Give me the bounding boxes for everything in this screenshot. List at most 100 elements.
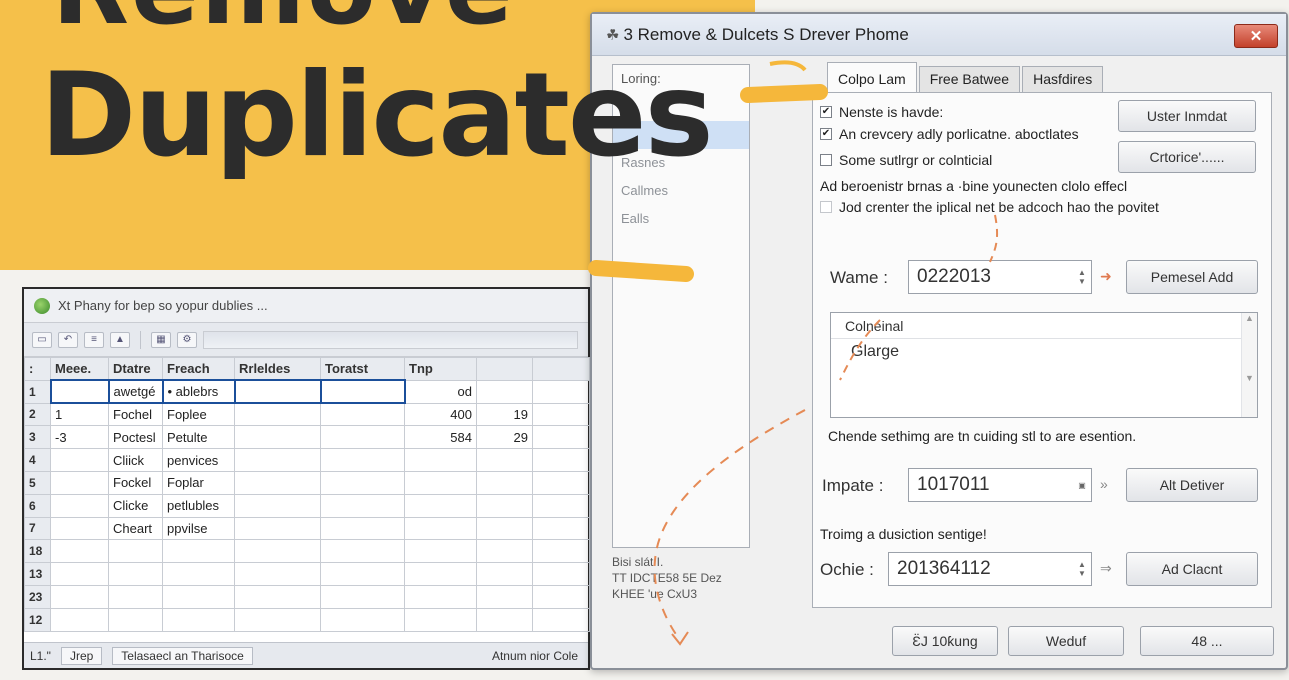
column-header[interactable]: [476, 357, 533, 381]
row-header[interactable]: 18: [24, 539, 51, 564]
category-item[interactable]: Ealls: [613, 205, 749, 233]
ok-button[interactable]: Ɛ̈J 10ƙung: [892, 626, 998, 656]
checkbox-checked[interactable]: ✔: [820, 128, 832, 140]
table-cell[interactable]: [320, 402, 405, 427]
table-cell[interactable]: [162, 562, 235, 586]
table-cell[interactable]: 400: [404, 402, 477, 427]
name-field[interactable]: 0222013 ▲ ▼: [908, 260, 1092, 294]
table-cell[interactable]: [234, 539, 321, 564]
row-header[interactable]: 23: [24, 584, 51, 609]
list-scrollbar[interactable]: ▲ ▼: [1241, 313, 1257, 417]
table-cell[interactable]: [532, 584, 590, 609]
table-cell[interactable]: [319, 379, 406, 405]
table-cell[interactable]: [532, 425, 590, 450]
table-cell[interactable]: [476, 607, 533, 632]
table-cell[interactable]: [50, 493, 109, 518]
table-cell[interactable]: od: [404, 379, 477, 404]
table-cell[interactable]: [108, 539, 163, 564]
column-header[interactable]: Freach: [162, 357, 235, 381]
table-cell[interactable]: -3: [50, 425, 109, 450]
table-cell[interactable]: [234, 425, 321, 450]
table-cell[interactable]: [532, 379, 590, 404]
sheet-tab[interactable]: Jrep: [60, 646, 103, 665]
table-cell[interactable]: Fochel: [108, 402, 163, 427]
table-cell[interactable]: [532, 402, 590, 427]
table-cell[interactable]: [476, 493, 533, 518]
table-cell[interactable]: [404, 562, 477, 586]
row-header[interactable]: 5: [24, 470, 51, 495]
table-cell[interactable]: [108, 584, 163, 609]
table-cell[interactable]: [476, 539, 533, 564]
table-cell[interactable]: [404, 448, 477, 472]
row-header[interactable]: 1: [24, 379, 51, 404]
table-cell[interactable]: [476, 562, 533, 586]
corner-cell[interactable]: :: [24, 357, 51, 381]
formula-bar[interactable]: [203, 330, 578, 349]
sheet-tab[interactable]: Telasaecl an Tharisoce: [112, 646, 253, 665]
table-cell[interactable]: penvices: [162, 448, 235, 472]
align-icon[interactable]: ≡: [84, 331, 104, 348]
table-cell[interactable]: [50, 470, 109, 495]
table-cell[interactable]: [234, 516, 321, 541]
table-cell[interactable]: [50, 516, 109, 541]
table-cell[interactable]: [234, 584, 321, 609]
tab-handlers[interactable]: Hasfdires: [1022, 66, 1104, 92]
table-cell[interactable]: [476, 379, 533, 404]
table-cell[interactable]: [320, 493, 405, 518]
column-header[interactable]: Tnp: [404, 357, 477, 381]
column-header[interactable]: Rrleldes: [234, 357, 321, 381]
table-cell[interactable]: • ablebrs: [161, 379, 236, 405]
table-cell[interactable]: [234, 607, 321, 632]
table-cell[interactable]: awetgé: [107, 379, 164, 405]
row-header[interactable]: 2: [24, 402, 51, 427]
table-cell[interactable]: [234, 448, 321, 472]
table-cell[interactable]: [532, 607, 590, 632]
table-cell[interactable]: 584: [404, 425, 477, 450]
table-cell[interactable]: [532, 493, 590, 518]
table-cell[interactable]: [404, 607, 477, 632]
user-format-button[interactable]: Uster Inmdat: [1118, 100, 1256, 132]
wear-button[interactable]: Weduf: [1008, 626, 1124, 656]
table-cell[interactable]: [320, 539, 405, 564]
table-cell[interactable]: Cheart: [108, 516, 163, 541]
table-cell[interactable]: [320, 562, 405, 586]
undo-icon[interactable]: ↶: [58, 331, 78, 348]
close-button[interactable]: ✕: [1234, 24, 1278, 48]
chart-icon[interactable]: ▲: [110, 331, 130, 348]
row-header[interactable]: 3: [24, 425, 51, 450]
table-cell[interactable]: [532, 539, 590, 564]
table-cell[interactable]: ppvilse: [162, 516, 235, 541]
impute-field[interactable]: 1017011 ▣: [908, 468, 1092, 502]
table-cell[interactable]: [108, 607, 163, 632]
table-cell[interactable]: [234, 562, 321, 586]
column-header[interactable]: [532, 357, 590, 381]
table-cell[interactable]: [162, 539, 235, 564]
table-cell[interactable]: [476, 516, 533, 541]
table-cell[interactable]: [50, 607, 109, 632]
column-header[interactable]: Toratst: [320, 357, 405, 381]
table-cell[interactable]: [320, 584, 405, 609]
grid-icon[interactable]: ▦: [151, 331, 171, 348]
settings-icon[interactable]: ⚙: [177, 331, 197, 348]
table-cell[interactable]: [404, 584, 477, 609]
table-cell[interactable]: [532, 516, 590, 541]
table-cell[interactable]: [108, 562, 163, 586]
table-cell[interactable]: Cliick: [108, 448, 163, 472]
table-cell[interactable]: [476, 448, 533, 472]
table-cell[interactable]: Petulte: [162, 425, 235, 450]
table-cell[interactable]: [532, 448, 590, 472]
table-cell[interactable]: [50, 584, 109, 609]
table-cell[interactable]: [50, 539, 109, 564]
checkbox[interactable]: [820, 154, 832, 166]
add-client-button[interactable]: Ad Clacnt: [1126, 552, 1258, 586]
table-cell[interactable]: Clicke: [108, 493, 163, 518]
checkbox[interactable]: [820, 201, 832, 213]
table-cell[interactable]: [476, 470, 533, 495]
table-cell[interactable]: [404, 493, 477, 518]
list-item[interactable]: Glarge: [831, 339, 1257, 367]
more-button[interactable]: 48 ...: [1140, 626, 1274, 656]
table-cell[interactable]: Poctesl: [108, 425, 163, 450]
table-cell[interactable]: [50, 448, 109, 472]
table-cell[interactable]: Fockel: [108, 470, 163, 495]
table-cell[interactable]: [50, 562, 109, 586]
